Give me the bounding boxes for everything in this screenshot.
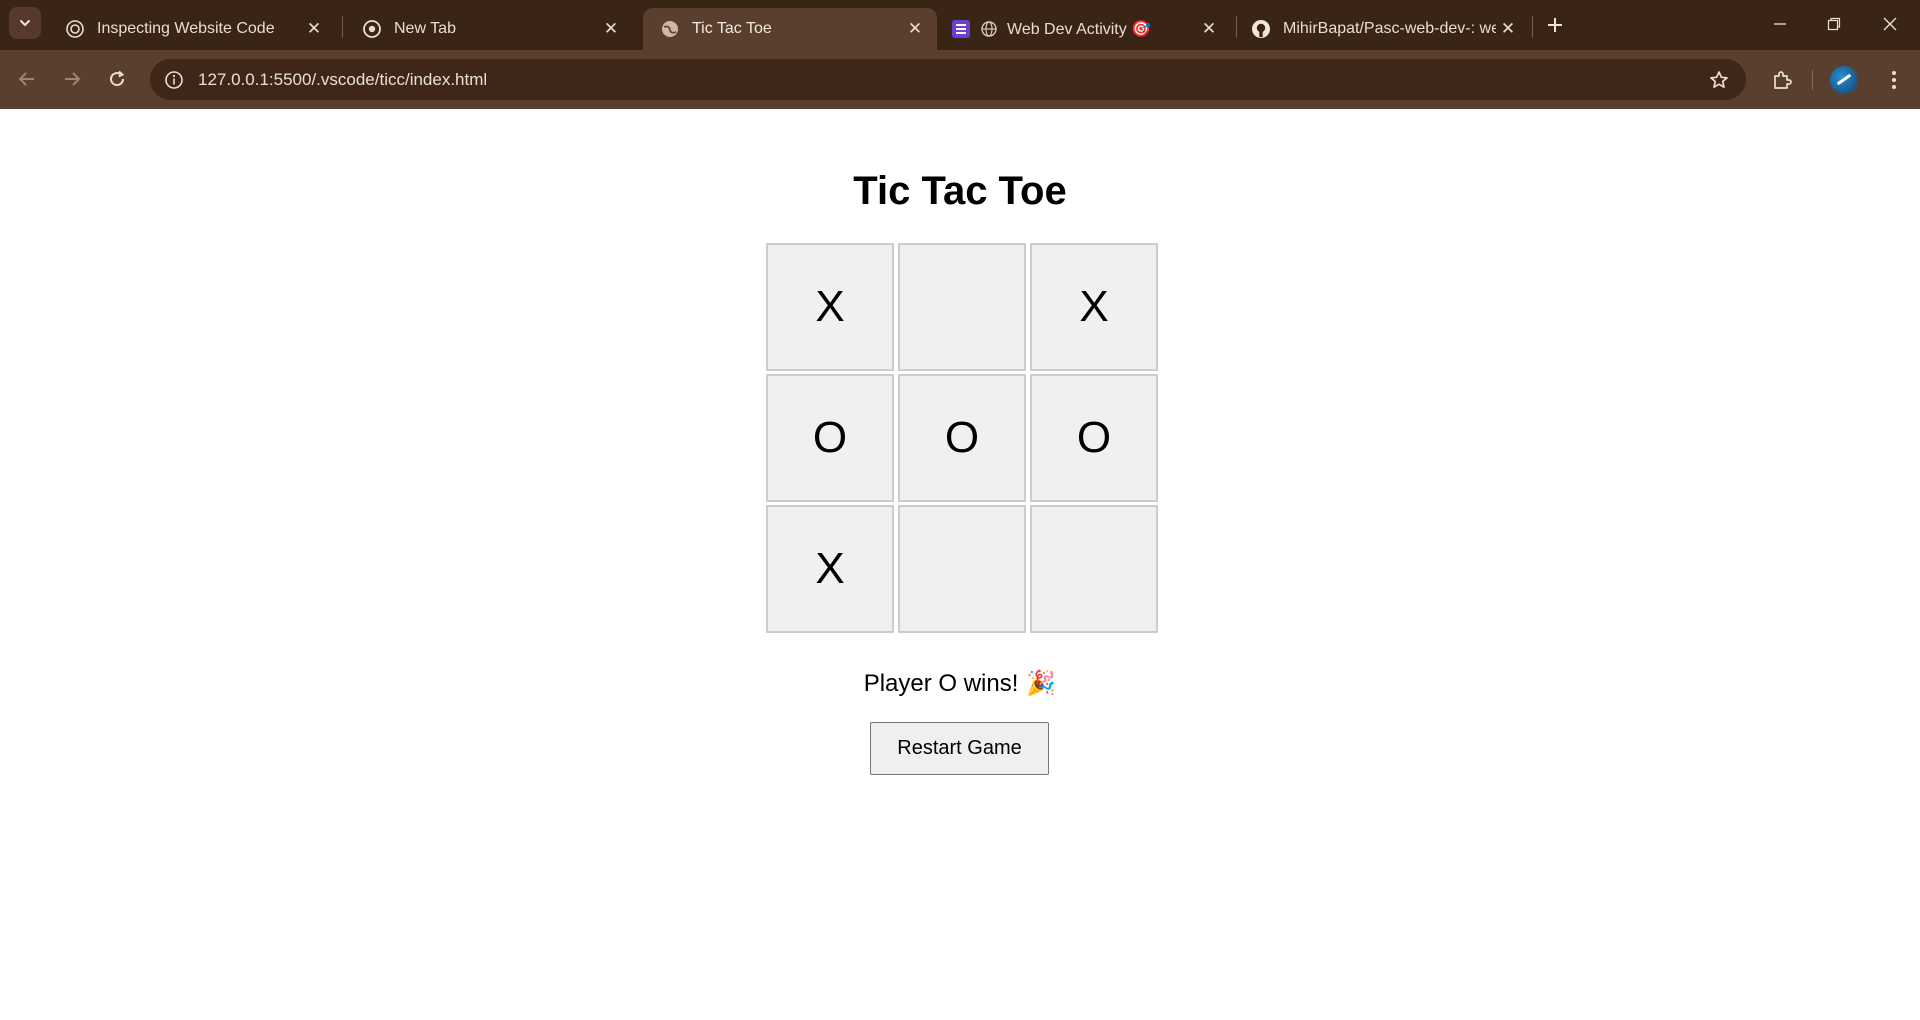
page-content: Tic Tac Toe X X O O O X Player O wins! 🎉 …	[0, 109, 1920, 1020]
page-title: Tic Tac Toe	[853, 169, 1067, 213]
board-cell[interactable]: O	[898, 374, 1026, 502]
minimize-icon	[1774, 23, 1786, 25]
tab-web-dev-activity[interactable]: Web Dev Activity 🎯 ✕	[937, 8, 1231, 50]
board-cell[interactable]	[898, 505, 1026, 633]
browser-toolbar: 127.0.0.1:5500/.vscode/ticc/index.html	[0, 50, 1920, 109]
close-icon[interactable]: ✕	[599, 17, 623, 41]
board-cell[interactable]: X	[1030, 243, 1158, 371]
extensions-button[interactable]	[1764, 62, 1800, 98]
restore-icon	[1827, 17, 1841, 31]
party-popper-icon: 🎉	[1026, 670, 1057, 697]
close-icon[interactable]: ✕	[1496, 17, 1520, 41]
puzzle-icon	[1774, 71, 1792, 89]
close-icon[interactable]: ✕	[903, 17, 927, 41]
toolbar-divider	[1812, 70, 1813, 90]
tab-separator	[342, 16, 343, 38]
plus-icon	[1548, 18, 1562, 32]
forward-button[interactable]	[55, 62, 89, 96]
tab-inspecting-website-code[interactable]: Inspecting Website Code ✕	[48, 8, 336, 50]
site-info-icon[interactable]	[160, 66, 188, 94]
tab-search-button[interactable]	[9, 7, 41, 39]
tab-strip: Inspecting Website Code ✕ New Tab ✕ Tic …	[0, 0, 1920, 50]
address-bar[interactable]: 127.0.0.1:5500/.vscode/ticc/index.html	[150, 59, 1746, 100]
board-cell[interactable]	[1030, 505, 1158, 633]
close-icon	[1883, 17, 1897, 31]
restore-button[interactable]	[1806, 0, 1862, 48]
tab-tic-tac-toe[interactable]: Tic Tac Toe ✕	[643, 8, 937, 50]
board-cell[interactable]: X	[766, 243, 894, 371]
browser-menu-button[interactable]	[1876, 62, 1912, 98]
reload-button[interactable]	[100, 62, 134, 96]
game-status: Player O wins! 🎉	[0, 669, 1920, 698]
chevron-down-icon	[20, 20, 30, 27]
chrome-icon	[362, 19, 382, 39]
close-icon[interactable]: ✕	[302, 17, 326, 41]
tab-title: Tic Tac Toe	[692, 20, 772, 37]
forms-icon	[951, 19, 971, 39]
tab-title: Inspecting Website Code	[97, 20, 275, 37]
kebab-menu-icon	[1892, 71, 1896, 89]
game-board: X X O O O X	[766, 243, 1158, 633]
tab-title: Web Dev Activity 🎯	[1007, 21, 1152, 38]
bookmark-star-icon[interactable]	[1706, 67, 1732, 93]
new-tab-button[interactable]	[1540, 10, 1570, 40]
tab-separator	[1532, 16, 1533, 38]
board-cell[interactable]: O	[766, 374, 894, 502]
tab-title: MihirBapat/Pasc-web-dev-: web	[1283, 20, 1496, 37]
globe-icon	[979, 19, 999, 39]
close-window-button[interactable]	[1862, 0, 1918, 48]
arrow-left-icon	[18, 72, 34, 86]
status-text: Player O wins!	[863, 670, 1019, 697]
globe-icon	[660, 19, 680, 39]
board-cell[interactable]	[898, 243, 1026, 371]
reload-icon	[110, 70, 125, 87]
chatgpt-icon	[65, 19, 85, 39]
board-cell[interactable]: O	[1030, 374, 1158, 502]
restart-game-button[interactable]: Restart Game	[870, 722, 1049, 775]
url-text[interactable]: 127.0.0.1:5500/.vscode/ticc/index.html	[198, 70, 487, 90]
tab-new-tab[interactable]: New Tab ✕	[345, 8, 633, 50]
tab-github-repo[interactable]: MihirBapat/Pasc-web-dev-: web ✕	[1234, 8, 1530, 50]
close-icon[interactable]: ✕	[1197, 17, 1221, 41]
github-icon	[1251, 19, 1271, 39]
back-button[interactable]	[10, 62, 44, 96]
tab-title: New Tab	[394, 20, 456, 37]
arrow-right-icon	[65, 72, 81, 86]
board-cell[interactable]: X	[766, 505, 894, 633]
minimize-button[interactable]	[1752, 0, 1808, 48]
profile-avatar[interactable]	[1830, 66, 1858, 94]
